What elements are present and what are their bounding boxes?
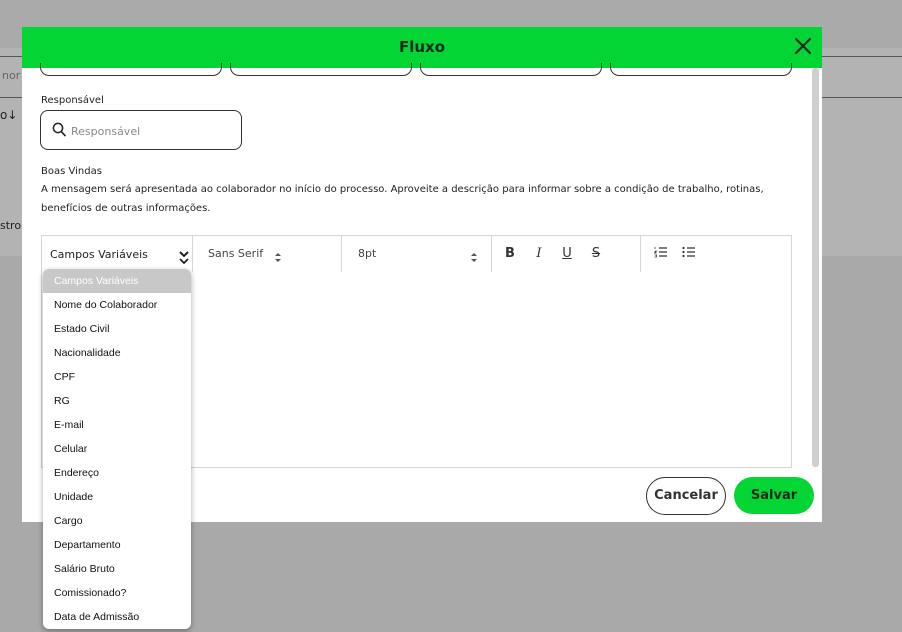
dropdown-option[interactable]: Nacionalidade xyxy=(43,341,191,365)
toolbar-divider xyxy=(640,236,641,272)
dropdown-option[interactable]: Celular xyxy=(43,437,191,461)
toolbar-divider xyxy=(192,236,193,272)
modal-header: Fluxo xyxy=(22,27,822,68)
ordered-list-icon[interactable] xyxy=(653,246,669,262)
font-size-select[interactable]: 8pt xyxy=(358,247,376,260)
responsavel-field[interactable] xyxy=(40,110,242,150)
updown-arrows-icon xyxy=(275,248,281,267)
responsavel-label: Responsável xyxy=(41,95,104,106)
boas-vindas-label: Boas Vindas xyxy=(41,166,102,177)
description-line-2: benefícios de outras informações. xyxy=(41,203,211,214)
dropdown-option[interactable]: Campos Variáveis xyxy=(43,269,191,293)
background-register-label: stro xyxy=(0,219,22,232)
dropdown-option[interactable]: Departamento xyxy=(43,533,191,557)
updown-arrows-icon xyxy=(471,248,477,267)
dropdown-option[interactable]: Salário Bruto xyxy=(43,557,191,581)
top-field-2[interactable] xyxy=(230,63,412,76)
description-line-1: A mensagem será apresentada ao colaborad… xyxy=(41,184,764,195)
background-search-text: nor xyxy=(2,69,21,82)
bold-button[interactable]: B xyxy=(502,246,518,262)
underline-button[interactable]: U xyxy=(559,246,575,262)
cancel-button[interactable]: Cancelar xyxy=(646,477,726,515)
toolbar-divider xyxy=(341,236,342,272)
italic-button[interactable]: I xyxy=(531,246,547,262)
dropdown-option[interactable]: Cargo xyxy=(43,509,191,533)
top-field-1[interactable] xyxy=(40,63,222,76)
boas-vindas-description: A mensagem será apresentada ao colaborad… xyxy=(41,180,801,218)
toolbar-divider xyxy=(491,236,492,272)
background-sort-label: o↓ xyxy=(0,108,18,122)
chevron-down-icon xyxy=(179,250,189,269)
dropdown-option[interactable]: Unidade xyxy=(43,485,191,509)
top-field-3[interactable] xyxy=(420,63,602,76)
responsavel-input[interactable] xyxy=(69,121,233,141)
editor-toolbar: Campos Variáveis Sans Serif 8pt B I U S xyxy=(41,235,792,272)
dropdown-option[interactable]: Comissionado? xyxy=(43,581,191,605)
dropdown-option[interactable]: E-mail xyxy=(43,413,191,437)
dropdown-option[interactable]: Estado Civil xyxy=(43,317,191,341)
font-family-select[interactable]: Sans Serif xyxy=(208,247,263,260)
bullet-list-icon[interactable] xyxy=(681,246,697,262)
save-button[interactable]: Salvar xyxy=(734,477,814,514)
dropdown-option[interactable]: Data de Admissão xyxy=(43,605,191,629)
dropdown-option[interactable]: Nome do Colaborador xyxy=(43,293,191,317)
dropdown-option[interactable]: CPF xyxy=(43,365,191,389)
search-icon xyxy=(52,122,66,141)
modal-title: Fluxo xyxy=(398,38,446,56)
strikethrough-button[interactable]: S xyxy=(588,246,604,262)
top-field-4[interactable] xyxy=(610,63,792,76)
modal-scrollbar[interactable] xyxy=(812,68,819,467)
close-icon[interactable] xyxy=(792,35,814,57)
dropdown-option[interactable]: Endereço xyxy=(43,461,191,485)
dropdown-option[interactable]: RG xyxy=(43,389,191,413)
variables-dropdown: Campos Variáveis Nome do Colaborador Est… xyxy=(43,269,191,629)
variables-select[interactable]: Campos Variáveis xyxy=(46,245,192,263)
